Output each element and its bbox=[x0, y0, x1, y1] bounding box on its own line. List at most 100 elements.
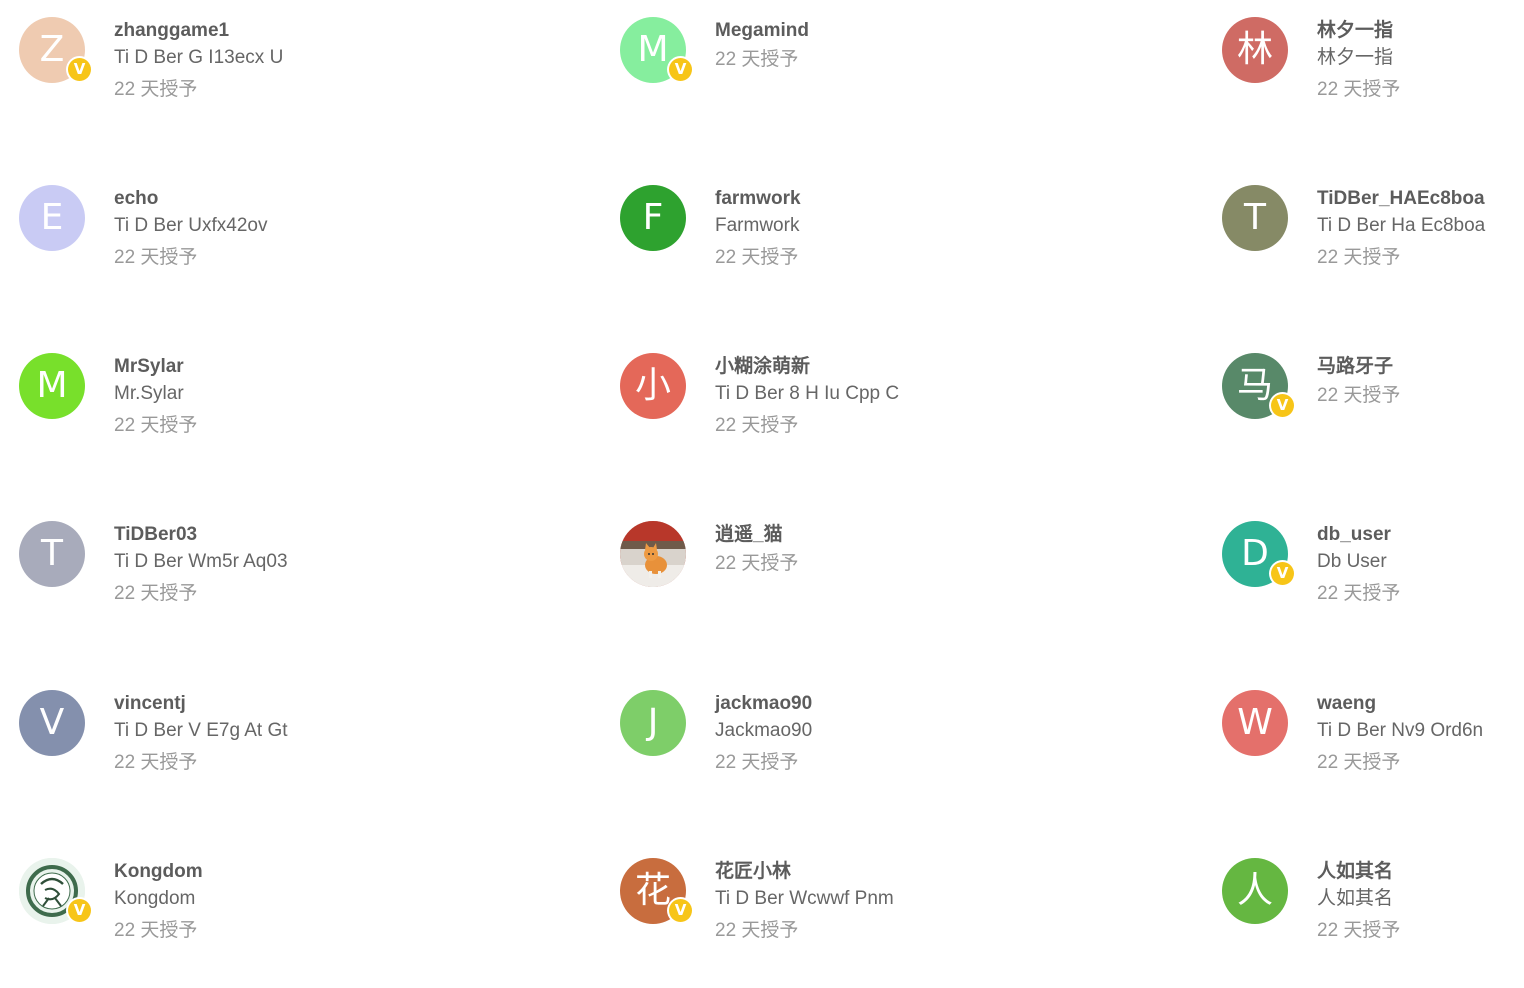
username[interactable]: MrSylar bbox=[114, 355, 499, 379]
display-name: Ti D Ber G I13ecx U bbox=[114, 47, 284, 68]
username[interactable]: TiDBer03 bbox=[114, 523, 499, 547]
user-card[interactable]: M V Megamind 22 天授予 bbox=[620, 17, 1100, 147]
verified-badge-icon: V bbox=[1269, 560, 1296, 587]
display-name: Db User bbox=[1317, 551, 1387, 572]
avatar-initial: M bbox=[637, 29, 669, 70]
verified-badge-label: V bbox=[1271, 562, 1294, 585]
username[interactable]: vincentj bbox=[114, 692, 499, 716]
user-info: zhanggame1 Ti D Ber G I13ecx U 22 天授予 bbox=[114, 17, 499, 102]
avatar[interactable] bbox=[620, 521, 686, 587]
username[interactable]: Kongdom bbox=[114, 860, 499, 884]
user-info: TiDBer03 Ti D Ber Wm5r Aq03 22 天授予 bbox=[114, 521, 499, 606]
username[interactable]: TiDBer_HAEc8boa bbox=[1317, 187, 1524, 211]
avatar[interactable]: J bbox=[620, 690, 686, 756]
username[interactable]: 花匠小林 bbox=[715, 860, 1100, 884]
avatar[interactable]: F bbox=[620, 185, 686, 251]
granted-time: 22 天授予 bbox=[715, 920, 799, 941]
user-card[interactable]: D V db_user Db User 22 天授予 bbox=[1222, 521, 1524, 651]
granted-time: 22 天授予 bbox=[114, 583, 198, 604]
user-info: 马路牙子 22 天授予 bbox=[1317, 353, 1524, 408]
username[interactable]: 小糊涂萌新 bbox=[715, 355, 1100, 379]
user-card[interactable]: V Kongdom Kongdom 22 天授予 bbox=[19, 858, 499, 988]
avatar[interactable]: 小 bbox=[620, 353, 686, 419]
user-card[interactable]: T TiDBer03 Ti D Ber Wm5r Aq03 22 天授予 bbox=[19, 521, 499, 651]
user-info: 人如其名 人如其名 22 天授予 bbox=[1317, 858, 1524, 943]
avatar-initial: M bbox=[36, 365, 68, 406]
avatar[interactable]: E bbox=[19, 185, 85, 251]
user-card[interactable]: Z Vzhanggame1 Ti D Ber G I13ecx U 22 天授予 bbox=[19, 17, 499, 147]
display-name: Ti D Ber 8 H Iu Cpp C bbox=[715, 383, 900, 404]
avatar-initial: Z bbox=[39, 29, 65, 70]
avatar[interactable]: ZV bbox=[19, 17, 93, 83]
granted-time: 22 天授予 bbox=[1317, 247, 1401, 268]
granted-time: 22 天授予 bbox=[1317, 385, 1401, 406]
avatar-initial: T bbox=[1244, 197, 1266, 238]
avatar[interactable]: 林 bbox=[1222, 17, 1288, 83]
avatar[interactable]: 人 bbox=[1222, 858, 1288, 924]
user-card[interactable]: 人人如其名 人如其名 22 天授予 bbox=[1222, 858, 1524, 988]
display-name: Ti D Ber Wm5r Aq03 bbox=[114, 551, 288, 572]
user-card[interactable]: M MrSylar Mr.Sylar 22 天授予 bbox=[19, 353, 499, 483]
user-info: 林夕一指 林夕一指 22 天授予 bbox=[1317, 17, 1524, 102]
user-card[interactable]: T TiDBer_HAEc8boa Ti D Ber Ha Ec8boa 22 天授予 bbox=[1222, 185, 1524, 315]
username[interactable]: waeng bbox=[1317, 692, 1524, 716]
user-card[interactable]: Jjackmao90 Jackmao90 22 天授予 bbox=[620, 690, 1100, 820]
granted-time: 22 天授予 bbox=[715, 49, 799, 70]
user-card[interactable]: 逍遥_猫 22 天授予 bbox=[620, 521, 1100, 651]
username[interactable]: jackmao90 bbox=[715, 692, 1100, 716]
granted-time: 22 天授予 bbox=[1317, 583, 1401, 604]
avatar[interactable]: DV bbox=[1222, 521, 1296, 587]
avatar-initial: T bbox=[41, 533, 63, 574]
avatar[interactable]: MV bbox=[620, 17, 694, 83]
username[interactable]: 逍遥_猫 bbox=[715, 523, 1100, 547]
username[interactable]: Megamind bbox=[715, 19, 1100, 43]
avatar[interactable]: T bbox=[19, 521, 85, 587]
display-name: Ti D Ber Wcwwf Pnm bbox=[715, 888, 894, 909]
display-name: Ti D Ber Ha Ec8boa bbox=[1317, 215, 1486, 236]
avatar[interactable]: M bbox=[19, 353, 85, 419]
avatar-initial: 林 bbox=[1236, 29, 1273, 70]
granted-time: 22 天授予 bbox=[1317, 752, 1401, 773]
display-name: 人如其名 bbox=[1317, 888, 1394, 909]
user-card[interactable]: Vvincentj Ti D Ber V E7g At Gt 22 天授予 bbox=[19, 690, 499, 820]
user-card[interactable]: 马 V 马路牙子 22 天授予 bbox=[1222, 353, 1524, 483]
granted-time: 22 天授予 bbox=[114, 415, 198, 436]
username[interactable]: echo bbox=[114, 187, 499, 211]
username[interactable]: db_user bbox=[1317, 523, 1524, 547]
granted-time: 22 天授予 bbox=[114, 752, 198, 773]
username[interactable]: 马路牙子 bbox=[1317, 355, 1524, 379]
display-name: Ti D Ber Uxfx42ov bbox=[114, 215, 268, 236]
username[interactable]: 林夕一指 bbox=[1317, 19, 1524, 43]
username[interactable]: 人如其名 bbox=[1317, 860, 1524, 884]
user-card[interactable]: 小 小糊涂萌新 Ti D Ber 8 H Iu Cpp C 22 天授予 bbox=[620, 353, 1100, 483]
user-card[interactable]: Eecho Ti D Ber Uxfx42ov 22 天授予 bbox=[19, 185, 499, 315]
display-name: Jackmao90 bbox=[715, 720, 813, 741]
user-card[interactable]: 林林夕一指 林夕一指 22 天授予 bbox=[1222, 17, 1524, 147]
user-card[interactable]: Ffarmwork Farmwork 22 天授予 bbox=[620, 185, 1100, 315]
avatar-initial: 马 bbox=[1236, 365, 1273, 406]
user-card[interactable]: 花 V 花匠小林 Ti D Ber Wcwwf Pnm 22 天授予 bbox=[620, 858, 1100, 988]
verified-badge-label: V bbox=[68, 58, 91, 81]
display-name: Kongdom bbox=[114, 888, 196, 909]
avatar[interactable]: V bbox=[19, 858, 93, 924]
display-name: Farmwork bbox=[715, 215, 800, 236]
avatar[interactable]: 马V bbox=[1222, 353, 1296, 419]
granted-time: 22 天授予 bbox=[114, 79, 198, 100]
avatar[interactable]: 花V bbox=[620, 858, 694, 924]
user-card[interactable]: Wwaeng Ti D Ber Nv9 Ord6n 22 天授予 bbox=[1222, 690, 1524, 820]
avatar-initial: W bbox=[1237, 702, 1273, 743]
avatar[interactable]: T bbox=[1222, 185, 1288, 251]
user-info: 逍遥_猫 22 天授予 bbox=[715, 521, 1100, 576]
avatar-initial: V bbox=[39, 702, 65, 743]
verified-badge-label: V bbox=[669, 899, 692, 922]
username[interactable]: farmwork bbox=[715, 187, 1100, 211]
granted-time: 22 天授予 bbox=[715, 415, 799, 436]
avatar-initial: 小 bbox=[634, 365, 671, 406]
avatar[interactable]: W bbox=[1222, 690, 1288, 756]
user-info: jackmao90 Jackmao90 22 天授予 bbox=[715, 690, 1100, 775]
verified-badge-icon: V bbox=[66, 56, 93, 83]
username[interactable]: zhanggame1 bbox=[114, 19, 499, 43]
avatar[interactable]: V bbox=[19, 690, 85, 756]
display-name: Mr.Sylar bbox=[114, 383, 184, 404]
display-name: 林夕一指 bbox=[1317, 47, 1394, 68]
